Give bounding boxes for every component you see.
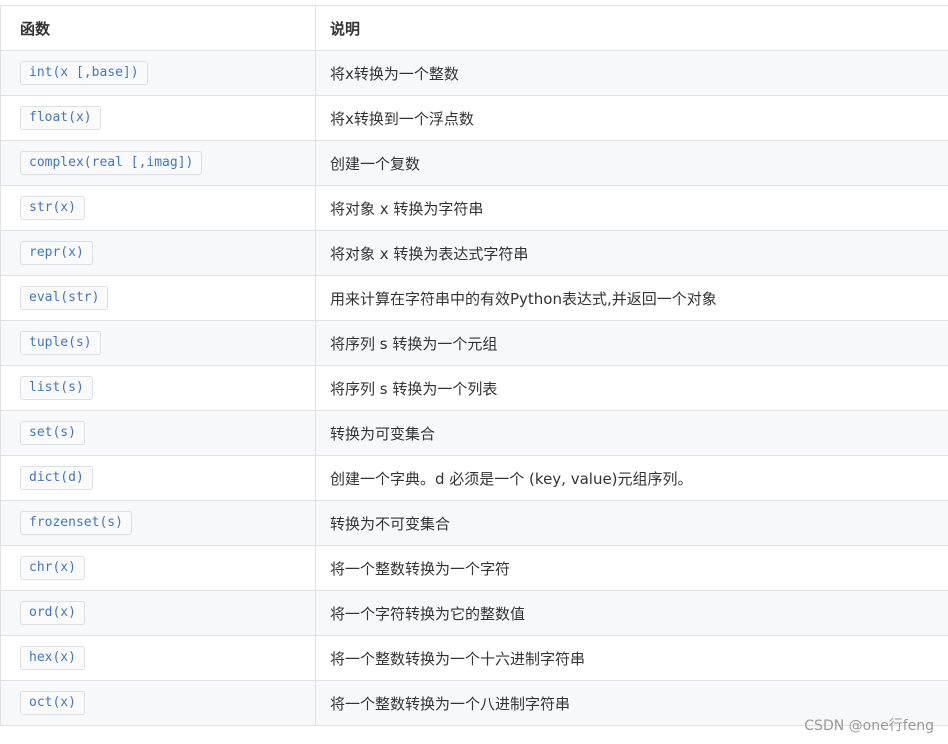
description-cell: 将序列 s 转换为一个列表 <box>315 365 948 411</box>
description-cell: 将x转换到一个浮点数 <box>315 95 948 141</box>
table-row: tuple(s) 将序列 s 转换为一个元组 <box>0 320 948 366</box>
function-code: frozenset(s) <box>20 511 132 535</box>
function-code: ord(x) <box>20 601 85 625</box>
table-row: repr(x) 将对象 x 转换为表达式字符串 <box>0 230 948 276</box>
function-code: hex(x) <box>20 646 85 670</box>
csdn-watermark: CSDN @one行feng <box>804 718 934 734</box>
table-row: list(s) 将序列 s 转换为一个列表 <box>0 365 948 411</box>
table-row: eval(str) 用来计算在字符串中的有效Python表达式,并返回一个对象 <box>0 275 948 321</box>
header-function: 函数 <box>0 5 316 51</box>
description-cell: 将一个整数转换为一个字符 <box>315 545 948 591</box>
function-cell: ord(x) <box>0 590 316 636</box>
function-code: str(x) <box>20 196 85 220</box>
function-cell: eval(str) <box>0 275 316 321</box>
description-cell: 将对象 x 转换为表达式字符串 <box>315 230 948 276</box>
description-cell: 将x转换为一个整数 <box>315 50 948 96</box>
function-code: int(x [,base]) <box>20 61 148 85</box>
header-description: 说明 <box>315 5 948 51</box>
table-row: str(x) 将对象 x 转换为字符串 <box>0 185 948 231</box>
table-row: int(x [,base]) 将x转换为一个整数 <box>0 50 948 96</box>
function-code: eval(str) <box>20 286 109 310</box>
function-cell: repr(x) <box>0 230 316 276</box>
function-cell: float(x) <box>0 95 316 141</box>
function-cell: hex(x) <box>0 635 316 681</box>
table-row: complex(real [,imag]) 创建一个复数 <box>0 140 948 186</box>
description-cell: 创建一个复数 <box>315 140 948 186</box>
description-cell: 将一个字符转换为它的整数值 <box>315 590 948 636</box>
function-cell: int(x [,base]) <box>0 50 316 96</box>
function-cell: list(s) <box>0 365 316 411</box>
function-code: dict(d) <box>20 466 93 490</box>
table-row: dict(d) 创建一个字典。d 必须是一个 (key, value)元组序列。 <box>0 455 948 501</box>
description-cell: 将序列 s 转换为一个元组 <box>315 320 948 366</box>
function-code: tuple(s) <box>20 331 101 355</box>
function-cell: set(s) <box>0 410 316 456</box>
function-code: list(s) <box>20 376 93 400</box>
function-cell: tuple(s) <box>0 320 316 366</box>
function-cell: chr(x) <box>0 545 316 591</box>
function-table-container: 函数 说明 int(x [,base]) 将x转换为一个整数 float(x) … <box>0 5 948 726</box>
table-row: set(s) 转换为可变集合 <box>0 410 948 456</box>
function-cell: frozenset(s) <box>0 500 316 546</box>
table-row: chr(x) 将一个整数转换为一个字符 <box>0 545 948 591</box>
function-code: repr(x) <box>20 241 93 265</box>
description-cell: 用来计算在字符串中的有效Python表达式,并返回一个对象 <box>315 275 948 321</box>
description-cell: 转换为可变集合 <box>315 410 948 456</box>
description-cell: 将对象 x 转换为字符串 <box>315 185 948 231</box>
table-row: float(x) 将x转换到一个浮点数 <box>0 95 948 141</box>
function-code: chr(x) <box>20 556 85 580</box>
function-cell: dict(d) <box>0 455 316 501</box>
function-code: oct(x) <box>20 691 85 715</box>
table-row: ord(x) 将一个字符转换为它的整数值 <box>0 590 948 636</box>
function-code: complex(real [,imag]) <box>20 151 203 175</box>
function-cell: str(x) <box>0 185 316 231</box>
description-cell: 将一个整数转换为一个十六进制字符串 <box>315 635 948 681</box>
function-code: float(x) <box>20 106 101 130</box>
function-cell: oct(x) <box>0 680 316 726</box>
table-row: frozenset(s) 转换为不可变集合 <box>0 500 948 546</box>
table-header-row: 函数 说明 <box>0 5 948 51</box>
table-row: hex(x) 将一个整数转换为一个十六进制字符串 <box>0 635 948 681</box>
function-table: 函数 说明 int(x [,base]) 将x转换为一个整数 float(x) … <box>0 5 948 726</box>
function-cell: complex(real [,imag]) <box>0 140 316 186</box>
description-cell: 转换为不可变集合 <box>315 500 948 546</box>
function-code: set(s) <box>20 421 85 445</box>
description-cell: 创建一个字典。d 必须是一个 (key, value)元组序列。 <box>315 455 948 501</box>
